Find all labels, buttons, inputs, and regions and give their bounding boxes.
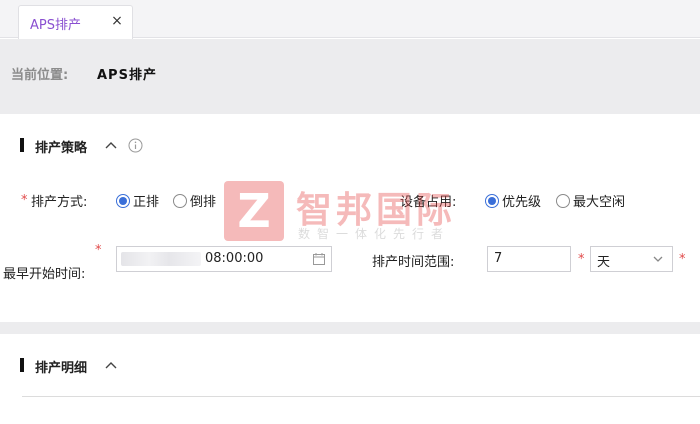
redacted-date — [121, 252, 201, 266]
watermark-slogan: 数智一体化先行者 — [298, 227, 451, 241]
radio-priority[interactable]: 优先级 — [485, 191, 541, 210]
watermark-logo: Z — [224, 181, 284, 241]
time-range-label: 排产时间范围: — [372, 255, 455, 270]
section-title-detail: 排产明细 — [35, 361, 88, 376]
time-unit-value: 天 — [597, 255, 611, 270]
earliest-start-label: 最早开始时间: — [3, 267, 86, 282]
radio-backward-circle[interactable] — [173, 193, 187, 208]
chevron-up-icon[interactable] — [104, 358, 118, 372]
schedule-mode-label: 排产方式: — [31, 195, 88, 210]
breadcrumb-current: APS排产 — [97, 68, 157, 83]
radio-forward[interactable]: 正排 — [116, 191, 159, 210]
time-range-value: 7 — [494, 251, 503, 266]
radio-priority-label: 优先级 — [502, 195, 542, 210]
radio-max-idle-circle[interactable] — [556, 193, 570, 208]
required-mark: * — [95, 243, 102, 258]
tab-bar: APS排产 × — [0, 0, 700, 39]
section-title-strategy: 排产策略 — [35, 141, 88, 156]
section-marker — [20, 358, 24, 372]
radio-max-idle[interactable]: 最大空闲 — [556, 191, 625, 210]
info-icon[interactable] — [128, 138, 143, 153]
required-mark: * — [679, 252, 686, 267]
radio-backward-label: 倒排 — [190, 195, 217, 210]
required-mark: * — [578, 252, 585, 267]
section-gap — [0, 322, 700, 334]
chevron-down-icon[interactable] — [652, 254, 664, 264]
radio-backward[interactable]: 倒排 — [173, 191, 216, 210]
earliest-start-input[interactable]: 08:00:00 — [116, 246, 332, 272]
radio-priority-circle[interactable] — [485, 193, 499, 208]
watermark: Z 智邦国际 数智一体化先行者 — [224, 181, 484, 245]
radio-forward-label: 正排 — [133, 195, 160, 210]
radio-forward-circle[interactable] — [116, 193, 130, 208]
tab-label: APS排产 — [30, 18, 81, 33]
tab-aps-schedule[interactable]: APS排产 × — [18, 5, 133, 39]
close-icon[interactable]: × — [110, 13, 124, 29]
divider — [22, 396, 700, 397]
chevron-up-icon[interactable] — [104, 138, 118, 152]
time-unit-select[interactable]: 天 — [590, 246, 673, 272]
breadcrumb-prefix: 当前位置: — [11, 68, 69, 83]
section-marker — [20, 138, 24, 152]
time-range-input[interactable]: 7 — [487, 246, 571, 272]
earliest-start-time: 08:00:00 — [205, 251, 264, 266]
breadcrumb: 当前位置: APS排产 — [0, 39, 700, 114]
required-mark: * — [21, 193, 28, 208]
radio-max-idle-label: 最大空闲 — [573, 195, 626, 210]
calendar-icon[interactable] — [313, 253, 325, 265]
